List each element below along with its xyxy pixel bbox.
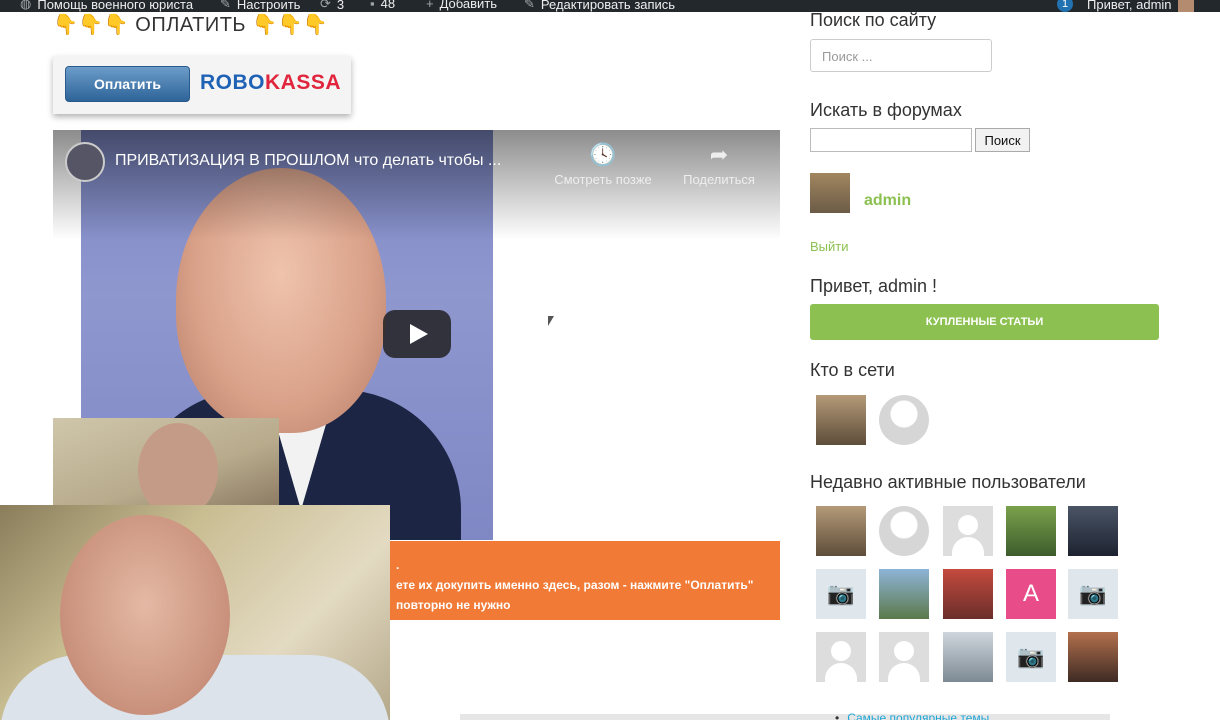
pointing-hands-icon: 👇👇👇 (252, 14, 329, 36)
notice-line-1: . (396, 558, 400, 572)
recent-user-avatar[interactable] (879, 632, 929, 682)
recent-users-heading: Недавно активные пользователи (810, 472, 1086, 492)
online-user-avatar[interactable] (879, 395, 929, 445)
pay-heading-text: ОПЛАТИТЬ (135, 14, 247, 36)
popular-topics-item[interactable]: • Самые популярные темы (835, 711, 989, 720)
site-search-input[interactable]: Поиск ... (810, 39, 992, 72)
share-button[interactable]: ➦ Поделиться (664, 142, 774, 187)
dashboard-icon: ◍ (20, 0, 32, 11)
forum-search-input[interactable] (810, 128, 972, 152)
watch-later-label: Смотреть позже (554, 172, 652, 187)
recent-user-avatar[interactable] (816, 632, 866, 682)
admin-avatar[interactable] (810, 173, 850, 213)
robokassa-logo-part-a: ROBO (200, 71, 265, 94)
comment-icon: ▪ (370, 0, 375, 11)
greeting-label: Привет, admin (1087, 0, 1172, 12)
recent-user-avatar[interactable] (1068, 632, 1118, 682)
footer-divider (460, 714, 1110, 720)
notice-line-3: повторно не нужно (396, 595, 780, 615)
admin-bar: ◍ Помощь военного юриста ✎ Настроить ⟳ 3… (0, 0, 1220, 12)
notice-line-2: ете их докупить именно здесь, разом - на… (396, 578, 754, 592)
webcam-face (138, 423, 218, 508)
logout-link[interactable]: Выйти (810, 239, 849, 254)
webcam-face (60, 515, 230, 715)
payment-notice: . ете их докупить именно здесь, разом - … (380, 541, 780, 620)
site-name-link[interactable]: ◍ Помощь военного юриста (20, 0, 193, 12)
comments-link[interactable]: ▪ 48 (370, 0, 395, 11)
pointing-hands-icon: 👇👇👇 (53, 14, 130, 36)
hello-heading: Привет, admin ! (810, 276, 938, 296)
mouse-cursor-icon (548, 316, 554, 326)
site-name-label: Помощь военного юриста (37, 0, 194, 12)
admin-avatar-small (1177, 0, 1194, 12)
webcam-overlay-small (53, 418, 279, 508)
watch-later-button[interactable]: 🕓 Смотреть позже (548, 142, 658, 187)
online-user-avatar[interactable] (816, 395, 866, 445)
webcam-overlay-large (0, 505, 390, 720)
popular-topics-link[interactable]: Самые популярные темы (847, 711, 989, 720)
comments-count: 48 (380, 0, 396, 11)
pay-heading: 👇👇👇 ОПЛАТИТЬ 👇👇👇 (53, 12, 328, 37)
edit-post-label: Редактировать запись (540, 0, 676, 12)
robokassa-logo-part-b: KASSA (265, 71, 342, 94)
channel-avatar[interactable] (65, 142, 105, 182)
recent-user-avatar[interactable]: 📷 (1006, 632, 1056, 682)
forum-search-button[interactable]: Поиск (975, 128, 1030, 152)
notice-line-3-text: повторно (396, 598, 457, 612)
recent-user-avatar[interactable] (1068, 506, 1118, 556)
updates-icon: ⟳ (320, 0, 331, 11)
robokassa-pay-button[interactable]: Оплатить (65, 66, 190, 102)
share-icon: ➦ (709, 142, 729, 167)
updates-link[interactable]: ⟳ 3 (320, 0, 344, 12)
site-search-heading: Поиск по сайту (810, 10, 937, 30)
new-content-label: Добавить (439, 0, 498, 11)
recent-user-avatar[interactable] (879, 506, 929, 556)
robokassa-logo: ROBOKASSA (200, 71, 341, 95)
my-account-link[interactable]: Привет, admin (1087, 0, 1194, 12)
camera-icon: 📷 (1017, 644, 1045, 669)
recent-user-avatar[interactable]: 📷 (816, 569, 866, 619)
clock-icon: 🕓 (589, 142, 617, 167)
recent-user-avatar[interactable] (943, 506, 993, 556)
forum-search-heading: Искать в форумах (810, 100, 962, 120)
edit-post-link[interactable]: ✎ Редактировать запись (524, 0, 675, 12)
recent-user-avatar[interactable] (943, 632, 993, 682)
bought-articles-button[interactable]: КУПЛЕННЫЕ СТАТЬИ (810, 304, 1159, 340)
notice-line-3-bold: не нужно (456, 598, 511, 612)
recent-user-avatar[interactable] (816, 506, 866, 556)
share-label: Поделиться (683, 172, 755, 187)
play-button[interactable] (383, 310, 451, 358)
customize-link[interactable]: ✎ Настроить (220, 0, 300, 12)
online-heading: Кто в сети (810, 360, 895, 380)
camera-icon: 📷 (1079, 581, 1107, 606)
new-content-link[interactable]: + Добавить (426, 0, 497, 11)
recent-user-avatar[interactable] (1006, 506, 1056, 556)
brush-icon: ✎ (220, 0, 231, 11)
notification-badge: 1 (1057, 0, 1073, 12)
bullet-icon: • (835, 711, 840, 720)
recent-user-avatar[interactable]: 📷 (1068, 569, 1118, 619)
camera-icon: 📷 (827, 581, 855, 606)
plus-icon: + (426, 0, 434, 11)
updates-count: 3 (336, 0, 345, 12)
robokassa-widget: Оплатить ROBOKASSA (53, 56, 351, 114)
customize-label: Настроить (236, 0, 301, 12)
pencil-icon: ✎ (524, 0, 535, 11)
notifications-link[interactable]: 1 (1057, 0, 1073, 12)
recent-user-avatar[interactable] (879, 569, 929, 619)
recent-user-avatar[interactable] (943, 569, 993, 619)
recent-user-avatar[interactable]: A (1006, 569, 1056, 619)
video-title[interactable]: ПРИВАТИЗАЦИЯ В ПРОШЛОМ что делать чтобы … (115, 152, 501, 170)
admin-profile-link[interactable]: admin (864, 192, 911, 210)
